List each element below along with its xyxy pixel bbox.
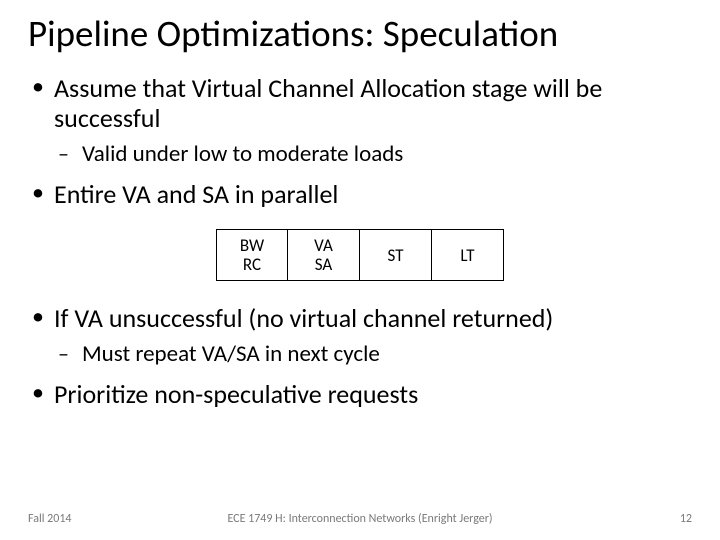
stage-va-sa: VA SA	[288, 229, 360, 281]
stage-label: VA	[314, 236, 333, 256]
bullet-list: Assume that Virtual Channel Allocation s…	[28, 73, 692, 210]
bullet-item: Assume that Virtual Channel Allocation s…	[28, 73, 692, 169]
stage-grid: BW RC VA SA ST LT	[216, 229, 504, 281]
stage-label: ST	[388, 246, 404, 266]
stage-label: BW	[240, 236, 264, 256]
stage-bw-rc: BW RC	[216, 229, 288, 281]
slide: Pipeline Optimizations: Speculation Assu…	[0, 0, 720, 540]
pipeline-diagram: BW RC VA SA ST LT	[28, 229, 692, 281]
stage-label: LT	[460, 246, 474, 266]
sub-bullet-list: Must repeat VA/SA in next cycle	[54, 340, 692, 369]
bullet-item: Entire VA and SA in parallel	[28, 179, 692, 210]
bullet-text: Assume that Virtual Channel Allocation s…	[54, 72, 602, 135]
sub-bullet-item: Must repeat VA/SA in next cycle	[54, 340, 692, 369]
stage-label: SA	[315, 255, 333, 275]
footer-center: ECE 1749 H: Interconnection Networks (En…	[0, 512, 720, 526]
sub-bullet-item: Valid under low to moderate loads	[54, 140, 692, 169]
footer: Fall 2014 ECE 1749 H: Interconnection Ne…	[0, 512, 720, 526]
bullet-item: If VA unsuccessful (no virtual channel r…	[28, 303, 692, 368]
bullet-text: Entire VA and SA in parallel	[54, 178, 338, 210]
sub-bullet-text: Valid under low to moderate loads	[82, 140, 403, 168]
stage-label: RC	[243, 255, 261, 275]
bullet-list: If VA unsuccessful (no virtual channel r…	[28, 303, 692, 409]
stage-st: ST	[360, 229, 432, 281]
stage-lt: LT	[432, 229, 504, 281]
slide-title: Pipeline Optimizations: Speculation	[28, 14, 692, 55]
bullet-item: Prioritize non-speculative requests	[28, 379, 692, 410]
bullet-text: Prioritize non-speculative requests	[54, 378, 418, 410]
sub-bullet-text: Must repeat VA/SA in next cycle	[82, 340, 380, 368]
sub-bullet-list: Valid under low to moderate loads	[54, 140, 692, 169]
bullet-text: If VA unsuccessful (no virtual channel r…	[54, 302, 553, 334]
